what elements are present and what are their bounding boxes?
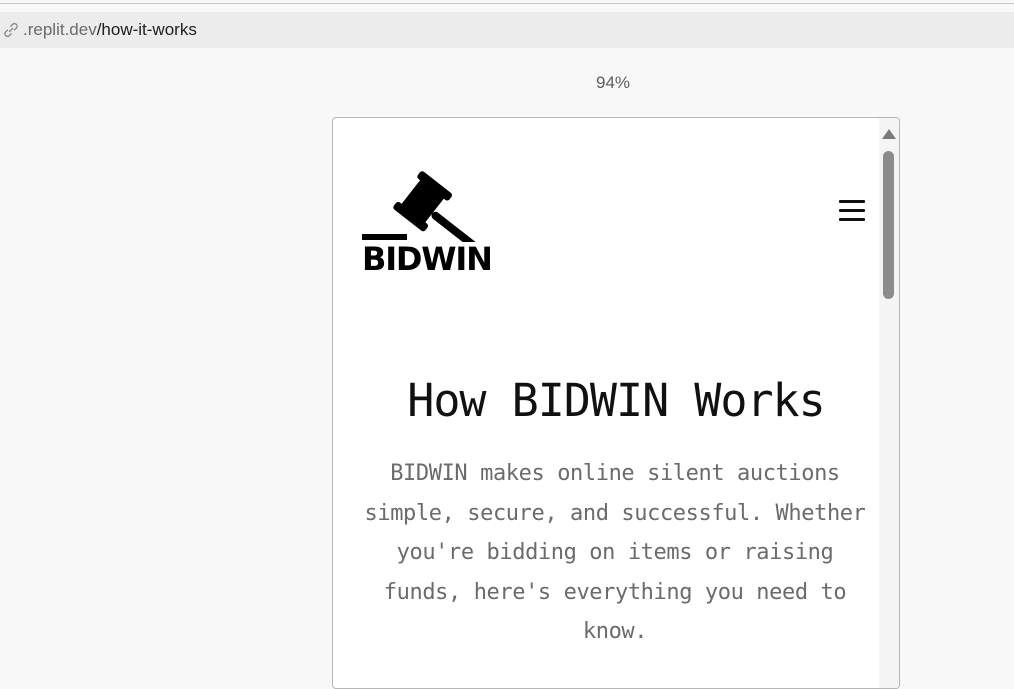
zoom-level: 94% [596,73,631,92]
address-bar[interactable]: .replit.dev/how-it-works [0,12,1014,48]
scrollbar-thumb[interactable] [883,151,894,299]
logo-text: BIDWIN [362,240,493,278]
window-top-border [0,3,1014,4]
gavel-icon [362,171,479,242]
scroll-up-arrow-icon[interactable] [882,129,896,139]
site-logo[interactable]: BIDWIN [361,152,501,278]
hamburger-menu-icon[interactable] [838,198,866,224]
page-title: How BIDWIN Works [407,374,825,427]
scrollbar[interactable] [879,118,899,688]
url-path: /how-it-works [96,20,197,39]
link-icon [4,22,18,38]
intro-paragraph: BIDWIN makes online silent auctions simp… [364,461,866,644]
url-domain: .replit.dev [23,20,97,39]
device-viewport: BIDWIN How BIDWIN Works BIDWIN makes onl… [332,117,900,689]
